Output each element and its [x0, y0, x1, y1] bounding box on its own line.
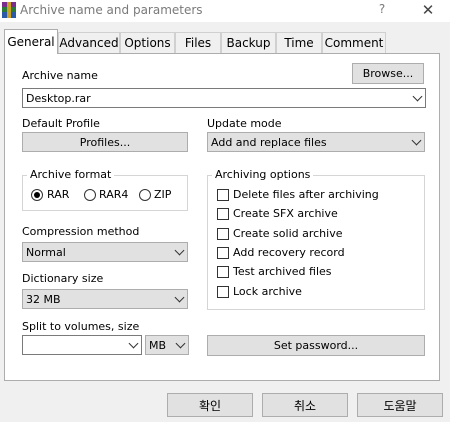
window-title: Archive name and parameters — [20, 3, 203, 17]
checkbox-create-sfx[interactable] — [217, 208, 229, 220]
tab-backup[interactable]: Backup — [221, 32, 276, 53]
compression-label: Compression method — [22, 225, 140, 238]
checkbox-delete-files[interactable] — [217, 189, 229, 201]
compression-value: Normal — [26, 245, 66, 259]
checkbox-lock-archive[interactable] — [217, 286, 229, 298]
cancel-button[interactable]: 취소 — [262, 393, 348, 417]
radio-rar[interactable] — [31, 189, 43, 201]
chevron-down-icon[interactable] — [174, 245, 185, 256]
checkbox-lock-archive-label: Lock archive — [233, 285, 302, 298]
update-mode-value: Add and replace files — [211, 135, 327, 149]
chevron-down-icon[interactable] — [128, 338, 139, 349]
dictionary-value: 32 MB — [26, 292, 61, 306]
checkbox-recovery-record[interactable] — [217, 247, 229, 259]
close-icon[interactable]: ✕ — [416, 1, 440, 21]
default-profile-label: Default Profile — [22, 117, 100, 130]
split-label: Split to volumes, size — [22, 320, 140, 333]
browse-button[interactable]: Browse... — [352, 63, 424, 84]
profiles-button[interactable]: Profiles... — [22, 132, 188, 152]
checkbox-create-sfx-label: Create SFX archive — [233, 207, 338, 220]
set-password-button[interactable]: Set password... — [207, 335, 425, 356]
archive-name-combo[interactable]: Desktop.rar — [22, 88, 426, 108]
tab-time[interactable]: Time — [276, 32, 322, 53]
split-unit-select[interactable]: MB — [145, 335, 189, 355]
split-unit-value: MB — [149, 338, 167, 352]
compression-select[interactable]: Normal — [22, 242, 188, 262]
checkbox-test-archived[interactable] — [217, 266, 229, 278]
chevron-down-icon[interactable] — [175, 338, 186, 349]
checkbox-create-solid[interactable] — [217, 228, 229, 240]
radio-rar4[interactable] — [84, 189, 96, 201]
radio-zip-label: ZIP — [154, 188, 172, 201]
chevron-down-icon[interactable] — [174, 292, 185, 303]
tab-general[interactable]: General — [4, 29, 58, 54]
archive-name-value: Desktop.rar — [26, 91, 91, 105]
checkbox-test-archived-label: Test archived files — [233, 265, 332, 278]
chevron-down-icon[interactable] — [411, 135, 422, 146]
radio-zip[interactable] — [139, 189, 151, 201]
checkbox-create-solid-label: Create solid archive — [233, 227, 343, 240]
radio-rar4-label: RAR4 — [99, 188, 129, 201]
split-size-combo[interactable] — [22, 335, 142, 355]
winrar-app-icon — [2, 2, 16, 18]
tab-files[interactable]: Files — [175, 32, 221, 53]
radio-selected-dot — [34, 192, 40, 198]
dictionary-select[interactable]: 32 MB — [22, 289, 188, 309]
radio-rar-label: RAR — [47, 188, 70, 201]
archive-format-label: Archive format — [27, 168, 115, 181]
help-title-button[interactable]: ? — [372, 2, 392, 20]
chevron-down-icon[interactable] — [412, 91, 423, 102]
update-mode-select[interactable]: Add and replace files — [207, 132, 425, 152]
tab-options[interactable]: Options — [120, 32, 175, 53]
archive-name-label: Archive name — [22, 69, 98, 82]
tab-comment[interactable]: Comment — [322, 32, 386, 53]
ok-button[interactable]: 확인 — [167, 393, 253, 417]
help-button[interactable]: 도움말 — [357, 393, 443, 417]
checkbox-delete-files-label: Delete files after archiving — [233, 188, 379, 201]
tab-advanced[interactable]: Advanced — [58, 32, 120, 53]
dictionary-label: Dictionary size — [22, 272, 104, 285]
update-mode-label: Update mode — [207, 117, 282, 130]
checkbox-recovery-record-label: Add recovery record — [233, 246, 345, 259]
archiving-options-label: Archiving options — [212, 168, 314, 181]
